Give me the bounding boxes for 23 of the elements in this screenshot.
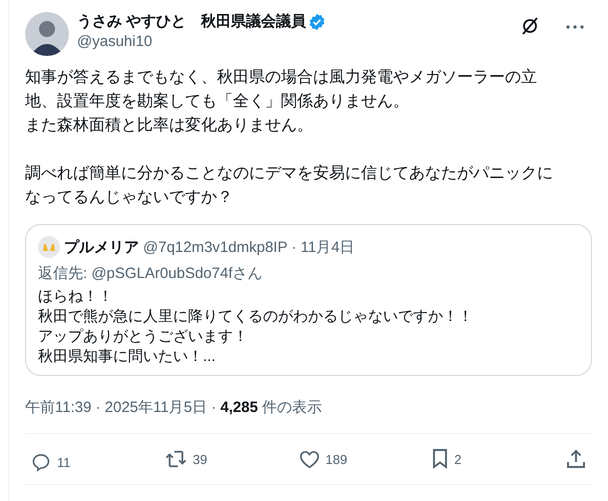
post-text: 調べれば簡単に分かることなのにデマを安易に信じてあなたがパニックに なってるんじゃないですか？ (25, 164, 554, 208)
quoted-author-handle: @7q12m3v1dmkp8IP (143, 238, 288, 256)
reply-icon[interactable] (31, 452, 51, 472)
author-handle[interactable]: @yasuhi10 (77, 33, 512, 50)
quoted-post-text: ほらね！！ 秋田で熊が急に人里に降りてくるのがわかるじゃないですか！！ アップありがとうございます！ 秋田県知事に問いたい！... (38, 287, 474, 367)
action-count: 189 (326, 452, 348, 466)
share-icon[interactable] (566, 449, 586, 469)
heart-icon[interactable] (298, 450, 320, 468)
quoted-post-date: · 11月4日 (291, 238, 355, 256)
action-count: 39 (192, 452, 208, 466)
author-name[interactable]: うさみ やすひと 秋田県議会議員 (77, 12, 306, 31)
action-count: 2 (454, 452, 462, 466)
post-text: 知事が答えるまでもなく、秋田県の場合は風力発電やメガソーラーの立 地、設置年度を勘案しても「全く」関係ありません。 また森林面積と比率は変化ありません。 (25, 68, 538, 136)
slashed-circle-icon[interactable] (520, 16, 540, 36)
action-count: 11 (57, 454, 70, 470)
bookmark-icon[interactable] (432, 449, 448, 469)
reply-to-text: 返信先: @pSGLAr0ubSdo74fさん (38, 264, 264, 283)
avatar-icon[interactable] (25, 12, 69, 56)
post-meta: 午前11:39 · 2025年11月5日 · 4,285 件の表示 (25, 398, 592, 434)
quoted-post-card[interactable]: プルメリア @7q12m3v1dmkp8IP · 11月4日 返信先: @pSGLAr0ubSdo74fさん ほらね！！ 秋田で熊が急に人里に降りてくるのがわかるじゃないですか！！ アップありがとうございます！ 秋田県知事に問いたい！... (25, 224, 592, 376)
more-icon[interactable] (566, 25, 584, 29)
retweet-icon[interactable] (164, 449, 187, 469)
quoted-author-name: プルメリア (64, 238, 139, 256)
